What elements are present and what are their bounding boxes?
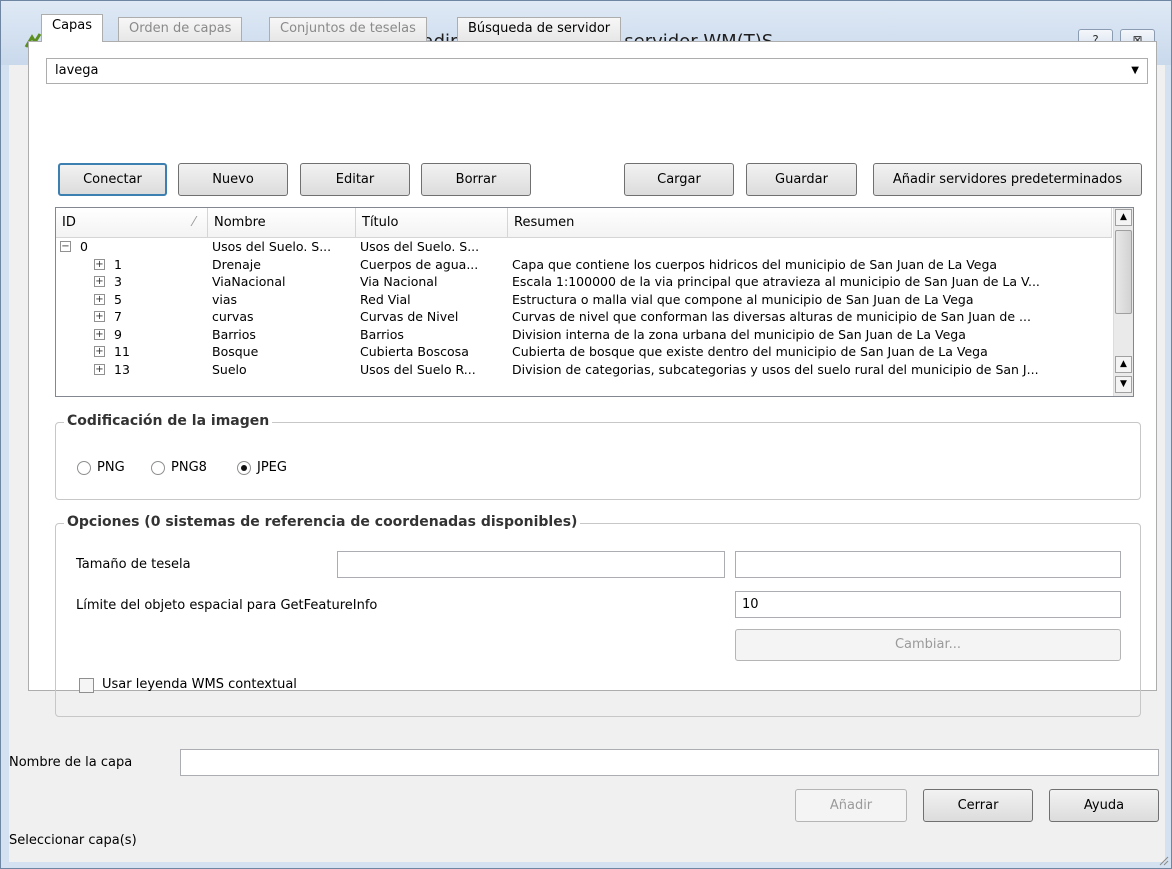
- collapse-icon[interactable]: −: [60, 241, 71, 252]
- tree-cell-summary: Division de categorias, subcategorias y …: [512, 361, 1039, 377]
- tab-orden-de-capas[interactable]: Orden de capas: [118, 17, 243, 41]
- new-button[interactable]: Nuevo: [178, 163, 288, 196]
- layer-name-label: Nombre de la capa: [9, 755, 133, 770]
- tree-cell-name: vias: [212, 291, 238, 307]
- tree-cell-title: Usos del Suelo R...: [360, 361, 476, 377]
- tree-cell-name: ViaNacional: [212, 274, 286, 289]
- tree-cell-title: Red Vial: [360, 291, 411, 307]
- radio-jpeg[interactable]: JPEG: [237, 460, 287, 475]
- tree-row[interactable]: −0 Usos del Suelo. S... Usos del Suelo. S.…: [56, 238, 1106, 255]
- expand-icon[interactable]: +: [94, 311, 105, 322]
- tree-cell-summary: Escala 1:100000 de la via principal que …: [512, 274, 1040, 289]
- tree-cell-name: Usos del Suelo. S...: [212, 239, 332, 254]
- tree-cell-title: Cuerpos de agua...: [360, 256, 479, 272]
- tree-row[interactable]: +5 vias Red Vial Estructura o malla vial qu…: [56, 291, 1106, 308]
- connect-button[interactable]: Conectar: [58, 163, 167, 196]
- radio-indicator-checked: [237, 460, 251, 475]
- tab-busqueda-de-servidor[interactable]: Búsqueda de servidor: [457, 17, 622, 41]
- contextual-legend-label: Usar leyenda WMS contextual: [102, 677, 297, 692]
- delete-button[interactable]: Borrar: [421, 163, 531, 196]
- tree-cell-summary: Division interna de la zona urbana del m…: [512, 326, 966, 342]
- tree-row[interactable]: +1 Drenaje Cuerpos de agua... Capa que cont…: [56, 256, 1106, 273]
- tree-cell-name: Bosque: [212, 344, 259, 359]
- tile-size-label: Tamaño de tesela: [76, 557, 191, 572]
- resize-grip-icon[interactable]: [1157, 854, 1169, 866]
- tree-row[interactable]: +13 Suelo Usos del Suelo R... Division de c…: [56, 361, 1106, 378]
- tile-height-input[interactable]: [735, 551, 1121, 578]
- expand-icon[interactable]: +: [94, 276, 105, 287]
- tile-width-input[interactable]: [337, 551, 725, 578]
- tree-header: ID ⁄ Nombre Título Resumen: [56, 208, 1112, 238]
- tree-row[interactable]: +7 curvas Curvas de Nivel Curvas de nivel q…: [56, 308, 1106, 325]
- tab-capas[interactable]: Capas: [41, 14, 104, 42]
- column-header-titulo[interactable]: Título: [356, 208, 508, 238]
- tree-row[interactable]: +11 Bosque Cubierta Boscosa Cubierta de bos…: [56, 343, 1106, 360]
- edit-button[interactable]: Editar: [300, 163, 410, 196]
- tree-cell-title: Curvas de Nivel: [360, 309, 459, 324]
- tree-scrollbar[interactable]: ▲ ▲ ▼: [1113, 208, 1133, 396]
- contextual-legend-checkbox[interactable]: [79, 678, 94, 693]
- sort-indicator-icon: ⁄: [192, 215, 195, 230]
- close-button[interactable]: Cerrar: [923, 789, 1033, 822]
- expand-icon[interactable]: +: [94, 258, 105, 270]
- tree-cell-summary: Estructura o malla vial que compone al m…: [512, 291, 974, 307]
- dialog-window: Añadir capa(s) desde un servidor WM(T)S …: [0, 0, 1172, 869]
- radio-indicator: [77, 460, 91, 475]
- encoding-group: Codificación de la imagen: [55, 413, 1141, 500]
- expand-icon[interactable]: +: [94, 346, 105, 357]
- save-button[interactable]: Guardar: [746, 163, 857, 196]
- tree-row[interactable]: +3 ViaNacional Via Nacional Escala 1:100000…: [56, 273, 1106, 290]
- options-group-title: Opciones (0 sistemas de referencia de co…: [64, 514, 581, 530]
- tree-cell-name: Drenaje: [212, 256, 261, 272]
- tree-cell-id: 1: [114, 256, 122, 272]
- layer-name-input[interactable]: [180, 749, 1159, 776]
- add-button[interactable]: Añadir: [795, 789, 907, 822]
- tree-cell-summary: Cubierta de bosque que existe dentro del…: [512, 344, 988, 359]
- tree-cell-title: Usos del Suelo. S...: [360, 239, 480, 254]
- load-button[interactable]: Cargar: [624, 163, 734, 196]
- column-header-resumen[interactable]: Resumen: [508, 208, 1112, 238]
- tree-cell-id: 11: [114, 344, 130, 359]
- radio-png[interactable]: PNG: [77, 460, 125, 475]
- tree-cell-title: Via Nacional: [360, 274, 438, 289]
- radio-png8[interactable]: PNG8: [151, 460, 207, 475]
- tree-cell-name: Barrios: [212, 326, 256, 342]
- tree-cell-name: curvas: [212, 309, 254, 324]
- feature-limit-input[interactable]: 10: [735, 591, 1121, 618]
- tree-row[interactable]: +9 Barrios Barrios Division interna de la z…: [56, 326, 1106, 343]
- expand-icon[interactable]: +: [94, 328, 105, 340]
- scroll-up-icon[interactable]: ▲: [1115, 356, 1132, 373]
- tree-cell-id: 7: [114, 309, 122, 324]
- tree-cell-title: Cubierta Boscosa: [360, 344, 469, 359]
- column-header-id[interactable]: ID ⁄: [56, 208, 208, 238]
- chevron-down-icon: ▼: [1131, 65, 1139, 76]
- expand-icon[interactable]: +: [94, 293, 105, 305]
- tree-cell-title: Barrios: [360, 326, 404, 342]
- status-text: Seleccionar capa(s): [9, 833, 137, 848]
- radio-indicator: [151, 460, 165, 475]
- tree-cell-id: 0: [80, 239, 88, 254]
- tree-cell-id: 5: [114, 291, 122, 307]
- scroll-down-icon[interactable]: ▼: [1115, 376, 1132, 393]
- tab-conjuntos-de-teselas[interactable]: Conjuntos de teselas: [269, 17, 427, 41]
- layer-tree[interactable]: ID ⁄ Nombre Título Resumen −0 Usos del Su…: [55, 207, 1134, 397]
- server-select[interactable]: lavega ▼: [46, 58, 1148, 84]
- tree-cell-summary: Capa que contiene los cuerpos hidricos d…: [512, 256, 998, 272]
- change-crs-button[interactable]: Cambiar...: [735, 629, 1121, 661]
- tree-cell-summary: Curvas de nivel que conforman las divers…: [512, 309, 1031, 324]
- scroll-up-icon[interactable]: ▲: [1115, 209, 1132, 226]
- expand-icon[interactable]: +: [94, 363, 105, 375]
- feature-limit-label: Límite del objeto espacial para GetFeatu…: [76, 598, 378, 613]
- add-default-servers-button[interactable]: Añadir servidores predeterminados: [873, 163, 1142, 196]
- help-button[interactable]: Ayuda: [1049, 789, 1159, 822]
- column-header-nombre[interactable]: Nombre: [208, 208, 356, 238]
- tree-cell-name: Suelo: [212, 361, 247, 377]
- server-select-value: lavega: [55, 63, 99, 78]
- encoding-group-title: Codificación de la imagen: [64, 413, 273, 429]
- tree-cell-id: 13: [114, 361, 130, 377]
- scroll-thumb[interactable]: [1115, 230, 1132, 314]
- tree-cell-id: 3: [114, 274, 122, 289]
- tree-cell-id: 9: [114, 326, 122, 342]
